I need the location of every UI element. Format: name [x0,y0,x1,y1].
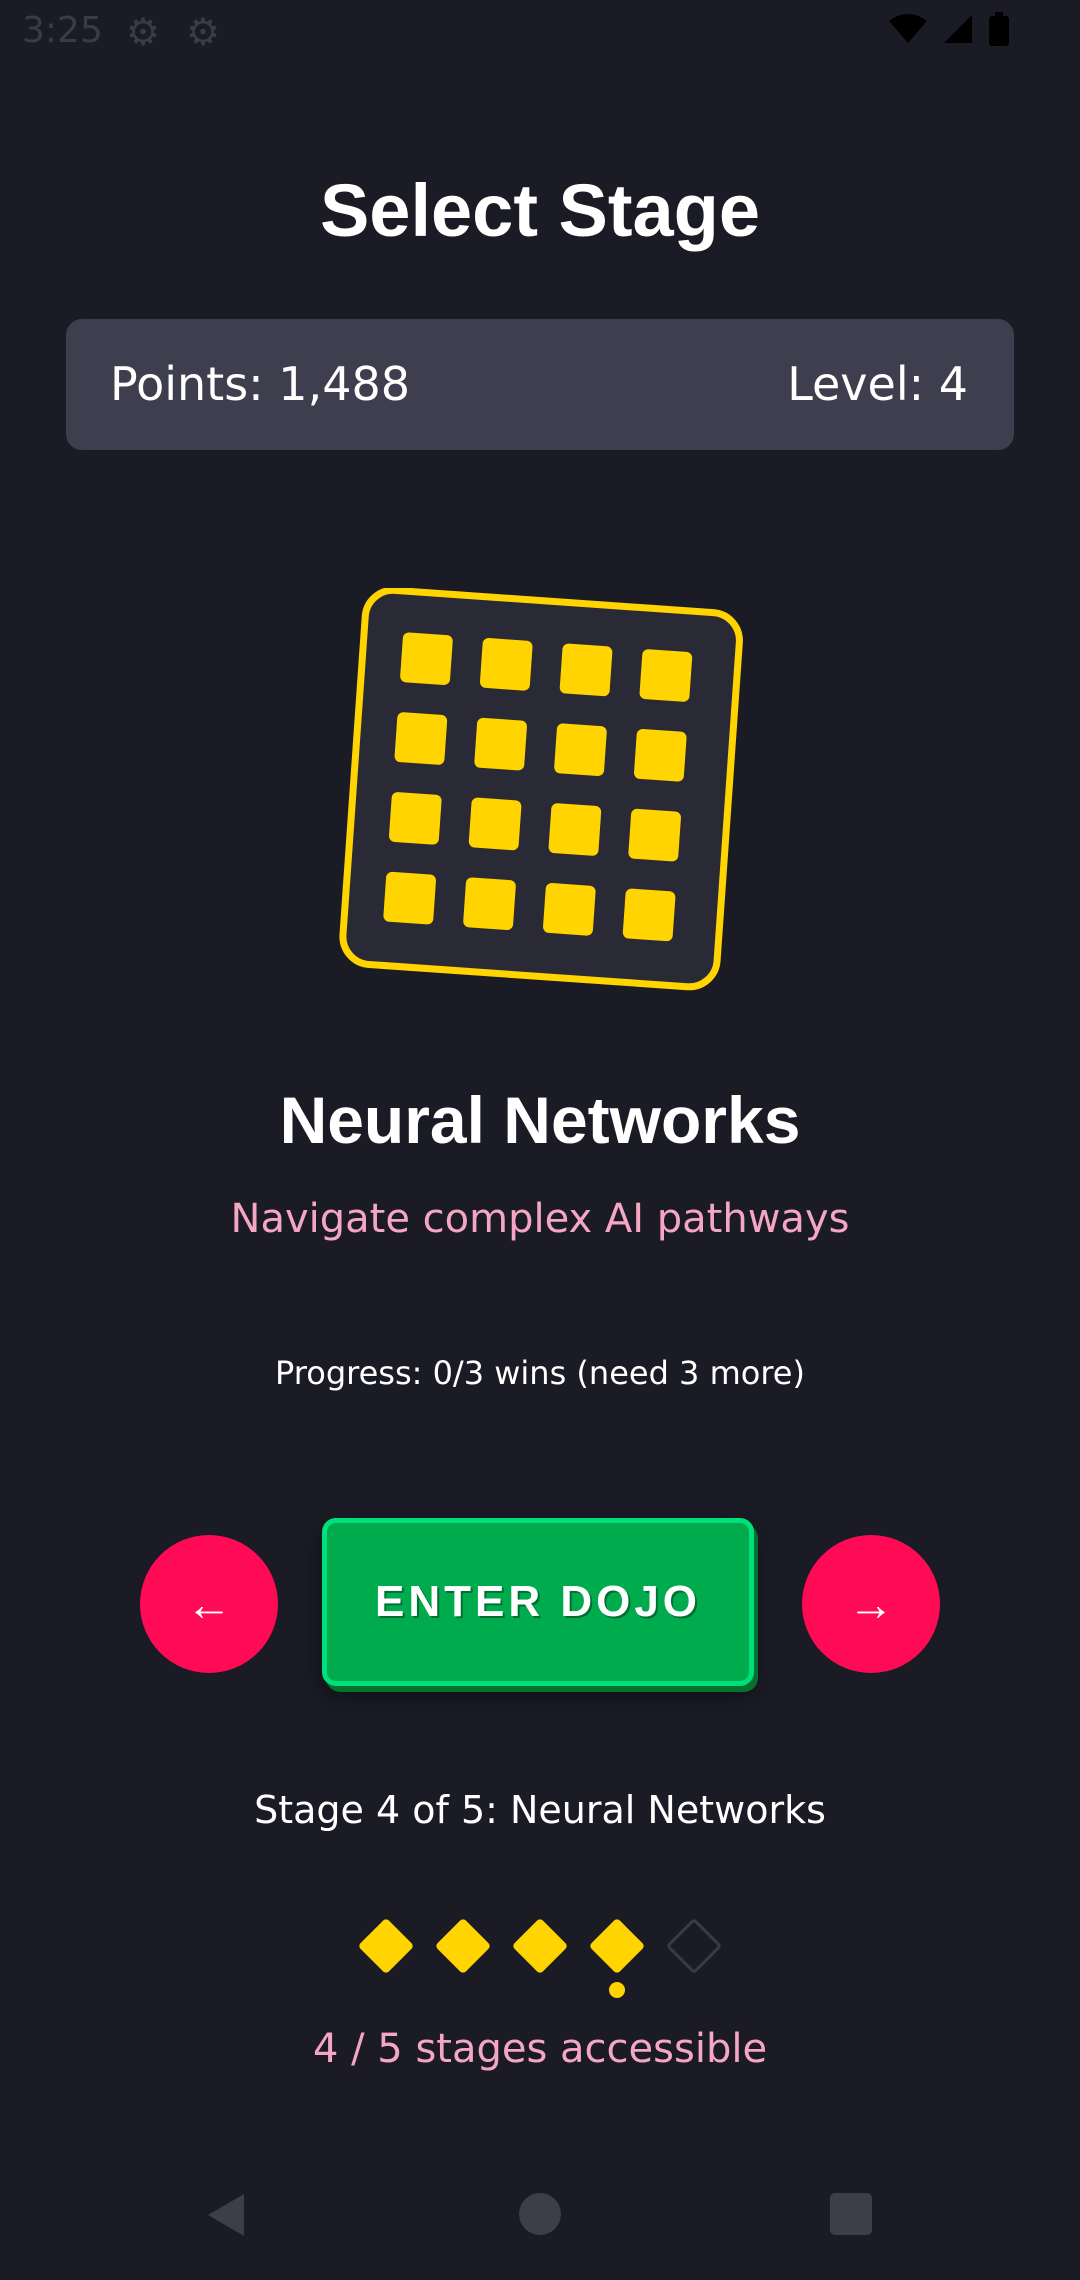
status-bar: 3:25 ⚙ ⚙ [0,0,1080,66]
grid-cell [622,888,676,942]
home-icon[interactable] [519,2193,561,2235]
grid-cell [388,792,442,845]
accessible-count: 4 / 5 stages accessible [312,2026,768,2072]
stage-name: Neural Networks [279,1083,801,1157]
grid-cell [394,712,448,765]
current-stage-marker [609,1982,625,1998]
page-title: Select Stage [319,169,761,252]
recents-icon[interactable] [830,2193,872,2235]
progress-text: Progress: 0/3 wins (need 3 more) [275,1354,805,1392]
next-stage-button[interactable]: → [802,1535,940,1673]
stage-dot [357,1917,415,1975]
stage-dot [588,1917,646,1975]
grid-cell [548,803,602,856]
grid-cell [628,808,681,862]
settings-icon: ⚙ [186,12,221,54]
signal-icon [944,15,972,43]
grid-cell [468,797,522,851]
grid-cell [383,871,436,925]
stage-dot [511,1917,569,1975]
grid-cell [400,632,453,686]
status-icons [888,12,1010,46]
stage-dot [434,1917,492,1975]
stage-description: Navigate complex AI pathways [230,1196,850,1242]
grid-cell [479,638,533,691]
enter-dojo-button[interactable]: ENTER DOJO [322,1518,754,1686]
grid-cell [543,883,596,936]
points-label: Points: 1,488 [110,357,410,411]
wifi-icon [889,14,927,43]
grid-icon [339,588,743,991]
grid-cell [559,643,613,697]
grid-cell [554,723,607,776]
previous-stage-button[interactable]: ← [140,1535,278,1673]
grid-cell [633,729,687,782]
back-icon[interactable] [204,2192,248,2238]
system-nav-bar [0,2170,1080,2280]
settings-icon: ⚙ [126,12,161,54]
status-time: 3:25 [22,10,103,51]
grid-cell [474,717,527,771]
stage-indicator-text: Stage 4 of 5: Neural Networks [254,1788,826,1832]
grid-cell [463,877,516,931]
grid-cell [639,649,693,702]
level-label: Level: 4 [787,357,968,411]
stage-dots [354,1912,734,1998]
stats-panel: Points: 1,488 Level: 4 [66,319,1014,450]
stage-dot [665,1917,723,1975]
battery-icon [989,12,1009,46]
